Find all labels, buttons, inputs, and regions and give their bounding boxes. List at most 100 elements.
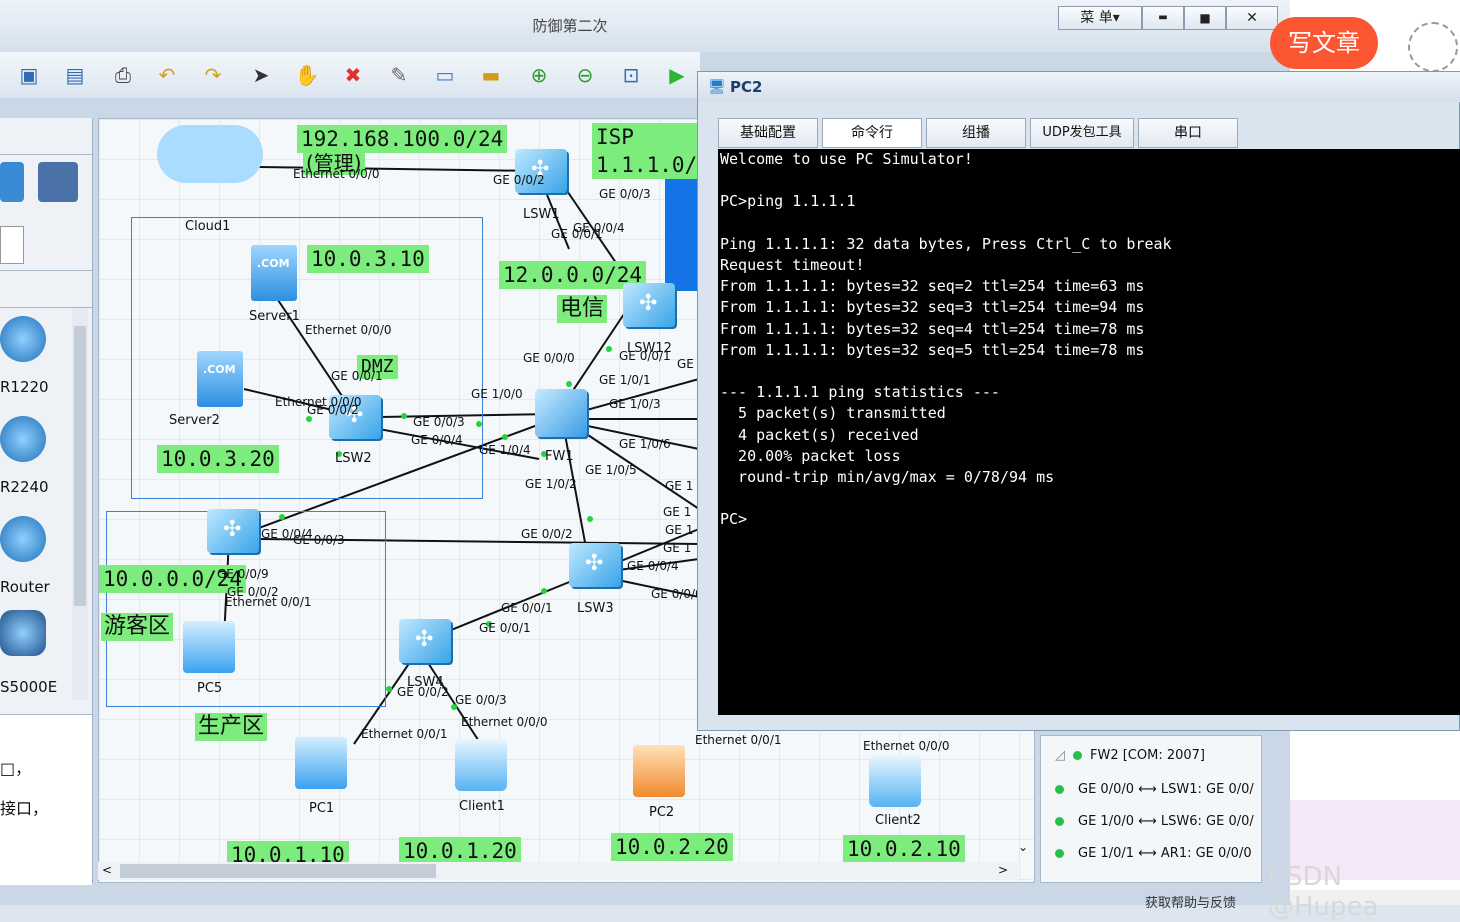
terminal-line: 5 packet(s) transmitted	[720, 404, 946, 423]
delete-icon[interactable]: ✖	[338, 60, 368, 90]
pc1-icon[interactable]	[295, 737, 347, 789]
menu-button[interactable]: 菜 单▾	[1058, 6, 1142, 30]
client2-icon[interactable]	[869, 755, 921, 807]
zoom-out-icon[interactable]: ⊖	[570, 60, 600, 90]
client1-icon[interactable]	[455, 739, 507, 791]
device-node[interactable]: ◿ FW2 [COM: 2007]	[1055, 744, 1205, 768]
terminal-output[interactable]: Welcome to use PC Simulator! PC>ping 1.1…	[718, 149, 1460, 715]
wireless-device-icon[interactable]	[0, 162, 24, 202]
tab-command-line[interactable]: 命令行	[822, 118, 922, 148]
server2-icon[interactable]: .COM	[197, 351, 243, 407]
terminal-line: Ping 1.1.1.1: 32 data bytes, Press Ctrl_…	[720, 234, 1172, 253]
cloud-icon[interactable]	[157, 125, 263, 183]
tab-udp-tool[interactable]: UDP发包工具	[1030, 118, 1134, 148]
print-icon[interactable]: ⎙	[108, 60, 138, 90]
port-label: GE 0/0/1	[479, 621, 531, 635]
palette-item-label: S5000E	[0, 678, 58, 696]
port-label: GE 0/0/4	[627, 559, 679, 573]
pc2-icon[interactable]	[633, 745, 685, 797]
device-node-label: FW2 [COM: 2007]	[1090, 748, 1206, 763]
link-item[interactable]: GE 1/0/1 ⟷ AR1: GE 0/0/0	[1055, 842, 1252, 866]
device-label-pc2: PC2	[649, 805, 675, 820]
palette-scroll-thumb[interactable]	[74, 326, 86, 606]
switch-lsw3-icon[interactable]	[569, 543, 621, 587]
port-label: GE 1	[665, 479, 694, 493]
write-article-button[interactable]: 写文章	[1270, 17, 1378, 69]
terminal-line: Request timeout!	[720, 256, 865, 275]
clear-icon[interactable]: ✎	[384, 60, 414, 90]
close-button[interactable]: ✕	[1226, 6, 1278, 30]
text-icon[interactable]: ▭	[430, 60, 460, 90]
palette-header	[0, 118, 92, 155]
prod-zone-label: 生产区	[195, 713, 268, 741]
palette-subheader	[0, 270, 92, 308]
client2-ip-label: 10.0.2.10	[843, 835, 965, 863]
port-label: GE 1/0/2	[525, 477, 577, 491]
server2-ip-label: 10.0.3.20	[157, 445, 279, 473]
port-label: GE 1	[665, 523, 694, 537]
avatar[interactable]	[1408, 22, 1458, 72]
note-line: 接口，	[0, 799, 49, 818]
maximize-button[interactable]: ■	[1184, 6, 1226, 30]
port-label: GE 1	[663, 541, 692, 555]
zoom-in-icon[interactable]: ⊕	[524, 60, 554, 90]
router-ar1220-icon[interactable]	[0, 316, 46, 362]
port-label: GE 1/0/5	[585, 463, 637, 477]
scroll-down-icon[interactable]: ⌄	[1018, 840, 1028, 854]
canvas-horizontal-scrollbar[interactable]: < >	[98, 862, 1018, 880]
tab-serial[interactable]: 串口	[1138, 118, 1238, 148]
start-icon[interactable]: ▶	[662, 60, 692, 90]
port-label: GE 0/0/3	[455, 693, 507, 707]
port-label: GE 0/0/4	[411, 433, 463, 447]
fit-icon[interactable]: ⊡	[616, 60, 646, 90]
link-tool-icon[interactable]	[0, 226, 24, 264]
pointer-icon[interactable]: ➤	[246, 60, 276, 90]
device-label-lsw1: LSW1	[523, 207, 560, 222]
palette-scrollbar[interactable]	[72, 308, 88, 700]
canvas-scroll-thumb[interactable]	[120, 864, 436, 878]
tab-multicast[interactable]: 组播	[926, 118, 1026, 148]
port-label: GE 0/0/2	[521, 527, 573, 541]
switch-lsw12-icon[interactable]	[623, 283, 675, 327]
isp-device-block[interactable]	[665, 179, 699, 291]
save-icon[interactable]: ▣	[14, 60, 44, 90]
port-label: GE 1/0/6	[619, 437, 671, 451]
port-label: GE 1/0/0	[471, 387, 523, 401]
link-item[interactable]: GE 1/0/0 ⟷ LSW6: GE 0/0/	[1055, 810, 1254, 834]
link-item[interactable]: GE 0/0/0 ⟷ LSW1: GE 0/0/	[1055, 778, 1254, 802]
isp-ip-label: 1.1.1.0/	[592, 151, 700, 179]
interface-list-panel: ◿ FW2 [COM: 2007] GE 0/0/0 ⟷ LSW1: GE 0/0…	[1040, 735, 1262, 883]
pc5-icon[interactable]	[183, 621, 235, 673]
switch-s5000e-icon[interactable]	[0, 610, 46, 656]
hand-icon[interactable]: ✋	[292, 60, 322, 90]
scroll-right-icon[interactable]: >	[998, 863, 1008, 877]
palette-icon[interactable]: ▬	[476, 60, 506, 90]
server1-icon[interactable]: .COM	[251, 245, 297, 301]
tab-basic-config[interactable]: 基础配置	[718, 118, 818, 148]
minimize-button[interactable]: ▬	[1142, 6, 1184, 30]
router-icon[interactable]	[0, 516, 46, 562]
firewall-fw1-icon[interactable]	[535, 389, 587, 437]
port-label: Ethernet 0/0/0	[305, 323, 392, 337]
scroll-left-icon[interactable]: <	[102, 863, 112, 877]
undo-icon[interactable]: ↶	[152, 60, 182, 90]
csdn-watermark: CSDN @Hupea	[1268, 862, 1379, 922]
firewall-device-icon[interactable]	[38, 162, 78, 202]
help-feedback-link[interactable]: 获取帮助与反馈	[1145, 892, 1236, 911]
switch-lsw4-icon[interactable]	[399, 619, 451, 663]
router-ar2240-icon[interactable]	[0, 416, 46, 462]
note-line: □，	[0, 759, 32, 778]
save-as-icon[interactable]: ▤	[60, 60, 90, 90]
switch-pc5-access-icon[interactable]	[207, 509, 259, 553]
port-label: Ethernet 0/0/1	[695, 733, 782, 747]
pc-icon: 🖥	[708, 79, 726, 95]
device-label-client1: Client1	[459, 799, 505, 814]
redo-icon[interactable]: ↷	[198, 60, 228, 90]
link-item-label: GE 1/0/0 ⟷ LSW6: GE 0/0/	[1078, 814, 1254, 829]
pc2-ip-label: 10.0.2.20	[611, 833, 733, 861]
palette-item-label: Router	[0, 578, 50, 596]
port-label: GE 0/0/9	[217, 567, 269, 581]
